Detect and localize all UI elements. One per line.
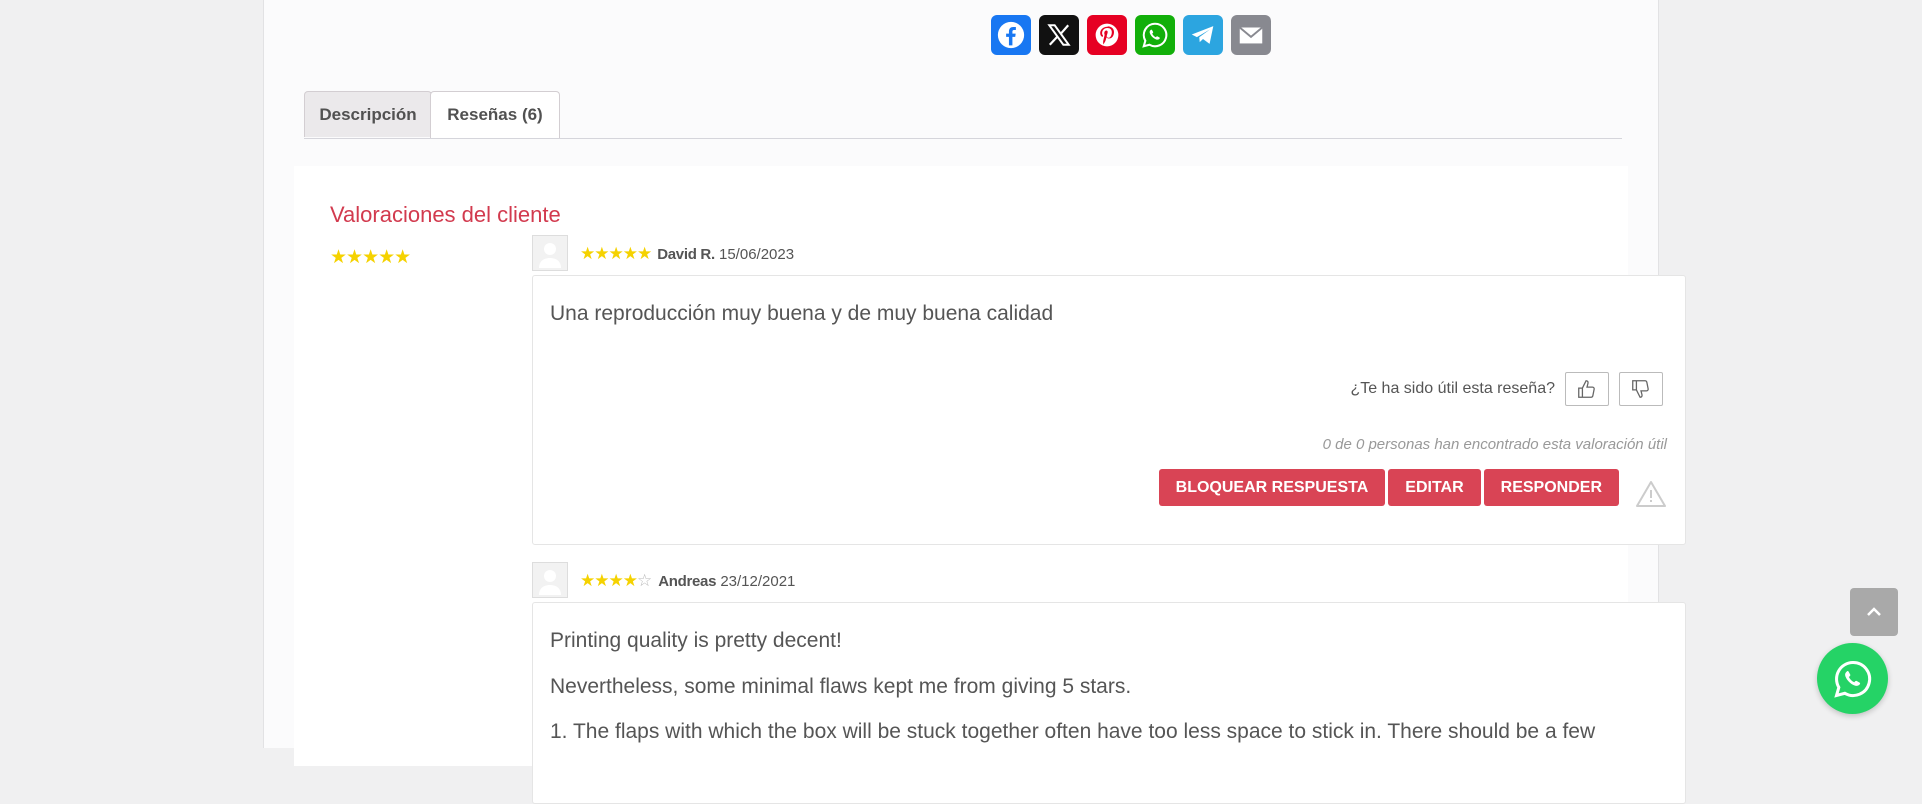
chevron-up-icon xyxy=(1867,607,1881,616)
telegram-share-button[interactable] xyxy=(1183,15,1223,55)
thumbs-down-icon xyxy=(1632,380,1649,398)
x-icon xyxy=(1047,24,1071,46)
review-author: Andreas xyxy=(658,573,717,590)
whatsapp-icon xyxy=(1833,660,1871,698)
warning-icon xyxy=(1636,481,1666,507)
tab-description[interactable]: Descripción xyxy=(304,91,432,137)
review-meta: ★★★★☆ Andreas 23/12/2021 xyxy=(580,571,795,591)
facebook-icon xyxy=(997,21,1025,49)
review-rating-stars: ★★★★ xyxy=(580,571,638,590)
email-share-button[interactable] xyxy=(1231,15,1271,55)
review-paragraph: Nevertheless, some minimal flaws kept me… xyxy=(550,675,1132,698)
email-icon xyxy=(1239,26,1263,44)
avatar xyxy=(532,562,568,598)
pinterest-share-button[interactable] xyxy=(1087,15,1127,55)
avatar xyxy=(532,235,568,271)
user-placeholder-icon xyxy=(539,243,561,268)
product-page: Descripción Reseñas (6) Valoraciones del… xyxy=(263,0,1686,804)
review-date: 15/06/2023 xyxy=(719,246,795,263)
reply-button[interactable]: RESPONDER xyxy=(1483,469,1619,506)
overall-rating-stars: ★★★★★ xyxy=(330,247,411,268)
review-date: 23/12/2021 xyxy=(720,573,796,590)
reviews-title: Valoraciones del cliente xyxy=(330,202,561,227)
review-paragraph: 1. The flaps with which the box will be … xyxy=(550,720,1596,743)
review-author: David R. xyxy=(657,246,715,263)
review-rating-stars: ★★★★★ xyxy=(580,244,652,263)
review-paragraph: Printing quality is pretty decent! xyxy=(550,629,842,652)
thumbs-up-icon xyxy=(1578,380,1595,398)
scroll-to-top-button[interactable] xyxy=(1850,588,1898,636)
share-buttons xyxy=(991,15,1271,55)
review-body: Printing quality is pretty decent! Never… xyxy=(532,602,1686,804)
facebook-share-button[interactable] xyxy=(991,15,1031,55)
review-meta: ★★★★★ David R. 15/06/2023 xyxy=(580,244,794,264)
thumbs-up-button[interactable] xyxy=(1565,372,1609,406)
whatsapp-chat-button[interactable] xyxy=(1817,643,1888,714)
review-body: Una reproducción muy buena y de muy buen… xyxy=(532,275,1686,545)
helpful-count: 0 de 0 personas han encontrado esta valo… xyxy=(1322,436,1667,453)
whatsapp-icon xyxy=(1142,22,1168,48)
whatsapp-share-button[interactable] xyxy=(1135,15,1175,55)
tab-reviews[interactable]: Reseñas (6) xyxy=(430,91,560,138)
x-share-button[interactable] xyxy=(1039,15,1079,55)
reviews-panel: Valoraciones del cliente ★★★★★ ★★★★★ Davi… xyxy=(294,166,1686,804)
helpful-question: ¿Te ha sido útil esta reseña? xyxy=(1350,380,1555,397)
review-text: Una reproducción muy buena y de muy buen… xyxy=(550,302,1054,325)
review-rating-empty-star: ☆ xyxy=(636,571,653,590)
pinterest-icon xyxy=(1095,23,1119,47)
thumbs-down-button[interactable] xyxy=(1619,372,1663,406)
edit-button[interactable]: EDITAR xyxy=(1388,469,1481,506)
user-placeholder-icon xyxy=(539,570,561,595)
report-button[interactable] xyxy=(1635,480,1667,513)
review-actions: BLOQUEAR RESPUESTA EDITAR RESPONDER xyxy=(1158,469,1619,506)
telegram-icon xyxy=(1191,26,1214,44)
product-tabs: Descripción Reseñas (6) xyxy=(304,91,1622,139)
block-reply-button[interactable]: BLOQUEAR RESPUESTA xyxy=(1158,469,1386,506)
helpful-vote: ¿Te ha sido útil esta reseña? xyxy=(1350,372,1663,406)
